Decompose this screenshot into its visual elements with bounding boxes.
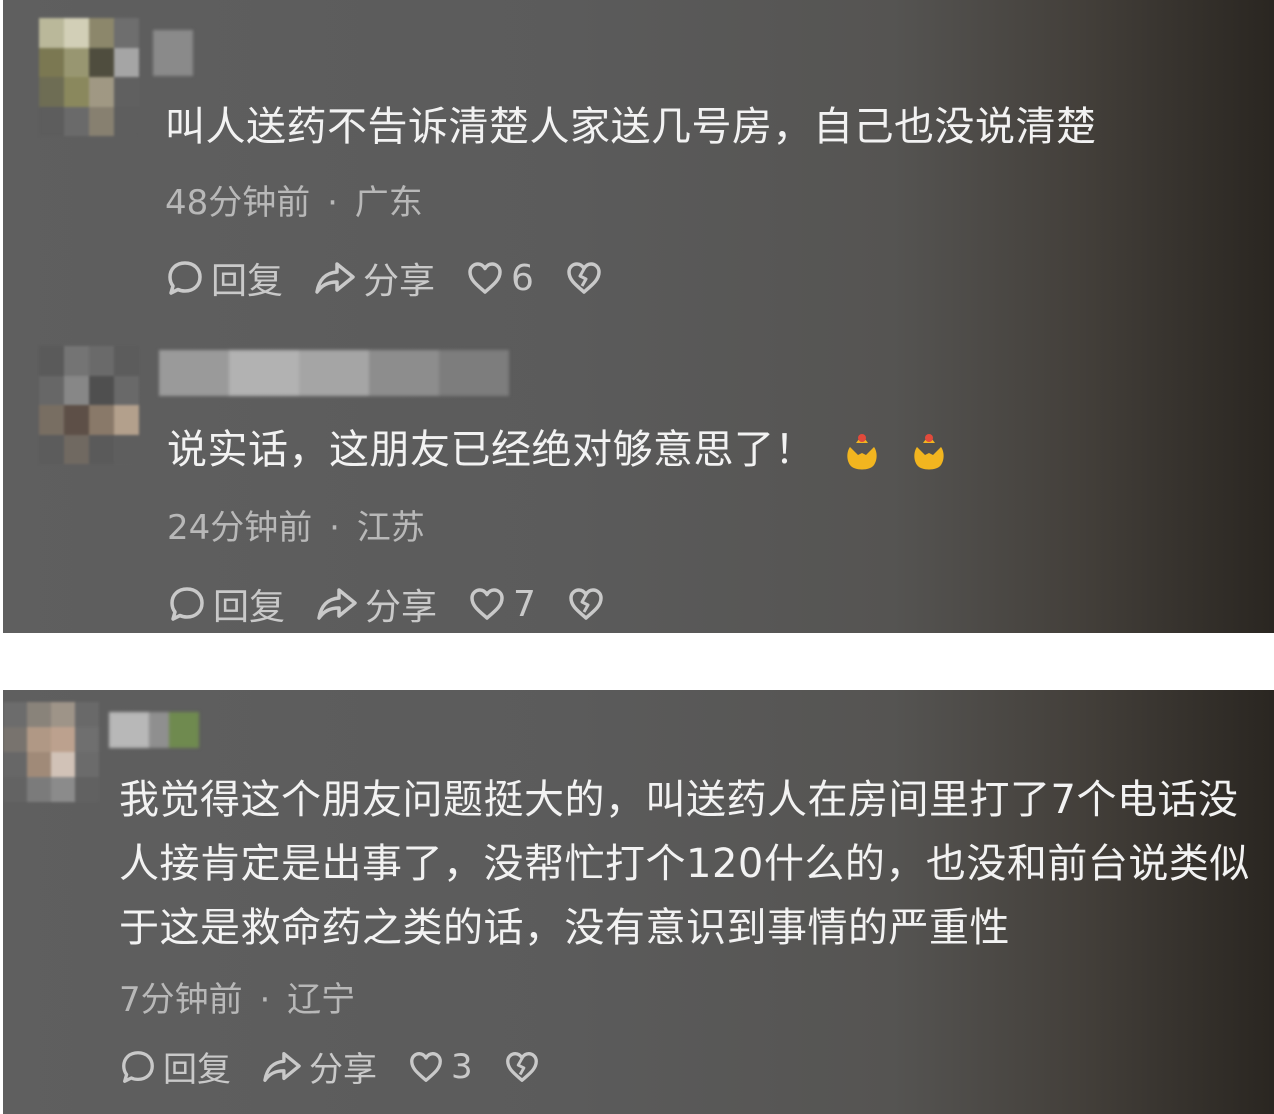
like-count: 6: [511, 257, 534, 299]
avatar[interactable]: [39, 18, 139, 136]
comment-panel-top: 叫人送药不告诉清楚人家送几号房，自己也没说清楚 48分钟前 · 广东 回复 分享: [3, 0, 1274, 633]
comment-time: 7分钟前: [119, 980, 243, 1020]
username-blurred[interactable]: [153, 30, 193, 76]
username-blurred[interactable]: [159, 350, 509, 396]
dislike-button[interactable]: [564, 258, 610, 298]
meta-separator: ·: [329, 508, 340, 548]
pray-hands-emoji: [914, 434, 945, 470]
share-label: 分享: [309, 1050, 377, 1090]
share-button[interactable]: 分享: [315, 578, 437, 630]
comment-item: 叫人送药不告诉清楚人家送几号房，自己也没说清楚 48分钟前 · 广东 回复 分享: [3, 0, 1274, 320]
comment-meta: 48分钟前 · 广东: [165, 175, 423, 224]
like-count: 7: [513, 583, 536, 625]
comment-text-line: 我觉得这个朋友问题挺大的，叫送药人在房间里打了7个电话没: [119, 777, 1239, 823]
reply-button[interactable]: 回复: [167, 578, 285, 630]
share-button[interactable]: 分享: [261, 1042, 377, 1091]
comment-actions: 回复 分享 3: [119, 1042, 577, 1091]
dislike-button[interactable]: [566, 584, 612, 624]
heart-outline-icon: [410, 1051, 442, 1082]
comment-item: 我觉得这个朋友问题挺大的，叫送药人在房间里打了7个电话没 人接肯定是出事了，没帮…: [3, 690, 1274, 1114]
comment-time: 48分钟前: [165, 183, 311, 223]
share-label: 分享: [365, 587, 438, 628]
broken-heart-icon: [569, 588, 603, 620]
comment-location: 辽宁: [287, 980, 356, 1020]
username-blurred[interactable]: [109, 712, 199, 748]
comment-text: 我觉得这个朋友问题挺大的，叫送药人在房间里打了7个电话没 人接肯定是出事了，没帮…: [119, 768, 1250, 960]
reply-label: 回复: [213, 587, 286, 628]
share-arrow-icon: [317, 588, 357, 620]
comment-bubble-icon: [168, 261, 202, 295]
share-arrow-icon: [263, 1051, 301, 1082]
like-button[interactable]: 7: [467, 584, 536, 625]
like-count: 3: [451, 1046, 473, 1087]
reply-label: 回复: [163, 1050, 231, 1090]
comment-text-body: 说实话，这朋友已经绝对够意思了！: [167, 427, 815, 473]
comment-location: 广东: [354, 183, 423, 223]
comment-text: 叫人送药不告诉清楚人家送几号房，自己也没说清楚: [165, 104, 1097, 150]
comment-time: 24分钟前: [167, 508, 313, 548]
comment-item: 说实话，这朋友已经绝对够意思了！ 24分钟前 · 江苏 回复 分享 7: [3, 330, 1274, 633]
meta-separator: ·: [327, 183, 338, 223]
like-button[interactable]: 6: [465, 258, 534, 299]
share-label: 分享: [363, 261, 436, 302]
reply-button[interactable]: 回复: [165, 252, 283, 304]
reply-button[interactable]: 回复: [119, 1042, 231, 1091]
comment-text: 说实话，这朋友已经绝对够意思了！: [167, 418, 949, 482]
avatar[interactable]: [3, 702, 99, 802]
comment-bubble-icon: [170, 587, 204, 621]
broken-heart-icon: [505, 1051, 538, 1082]
comment-text-line: 于这是救命药之类的话，没有意识到事情的严重性: [119, 905, 1010, 951]
like-button[interactable]: 3: [407, 1047, 473, 1087]
reply-label: 回复: [211, 261, 284, 302]
comment-meta: 7分钟前 · 辽宁: [119, 972, 355, 1021]
comment-actions: 回复 分享 6: [165, 252, 640, 304]
avatar[interactable]: [39, 346, 139, 464]
comment-actions: 回复 分享 7: [167, 578, 642, 630]
meta-separator: ·: [259, 980, 271, 1020]
broken-heart-icon: [567, 262, 601, 294]
comment-bubble-icon: [122, 1050, 154, 1083]
heart-outline-icon: [468, 262, 502, 294]
dislike-button[interactable]: [503, 1048, 547, 1086]
comment-panel-bottom: 我觉得这个朋友问题挺大的，叫送药人在房间里打了7个电话没 人接肯定是出事了，没帮…: [3, 690, 1274, 1114]
heart-outline-icon: [470, 588, 504, 620]
comment-location: 江苏: [356, 508, 425, 548]
pray-hands-emoji: [847, 434, 877, 470]
comment-meta: 24分钟前 · 江苏: [167, 500, 425, 549]
share-button[interactable]: 分享: [313, 252, 435, 304]
comment-text-line: 人接肯定是出事了，没帮忙打个120什么的，也没和前台说类似: [119, 841, 1250, 887]
share-arrow-icon: [315, 262, 355, 294]
